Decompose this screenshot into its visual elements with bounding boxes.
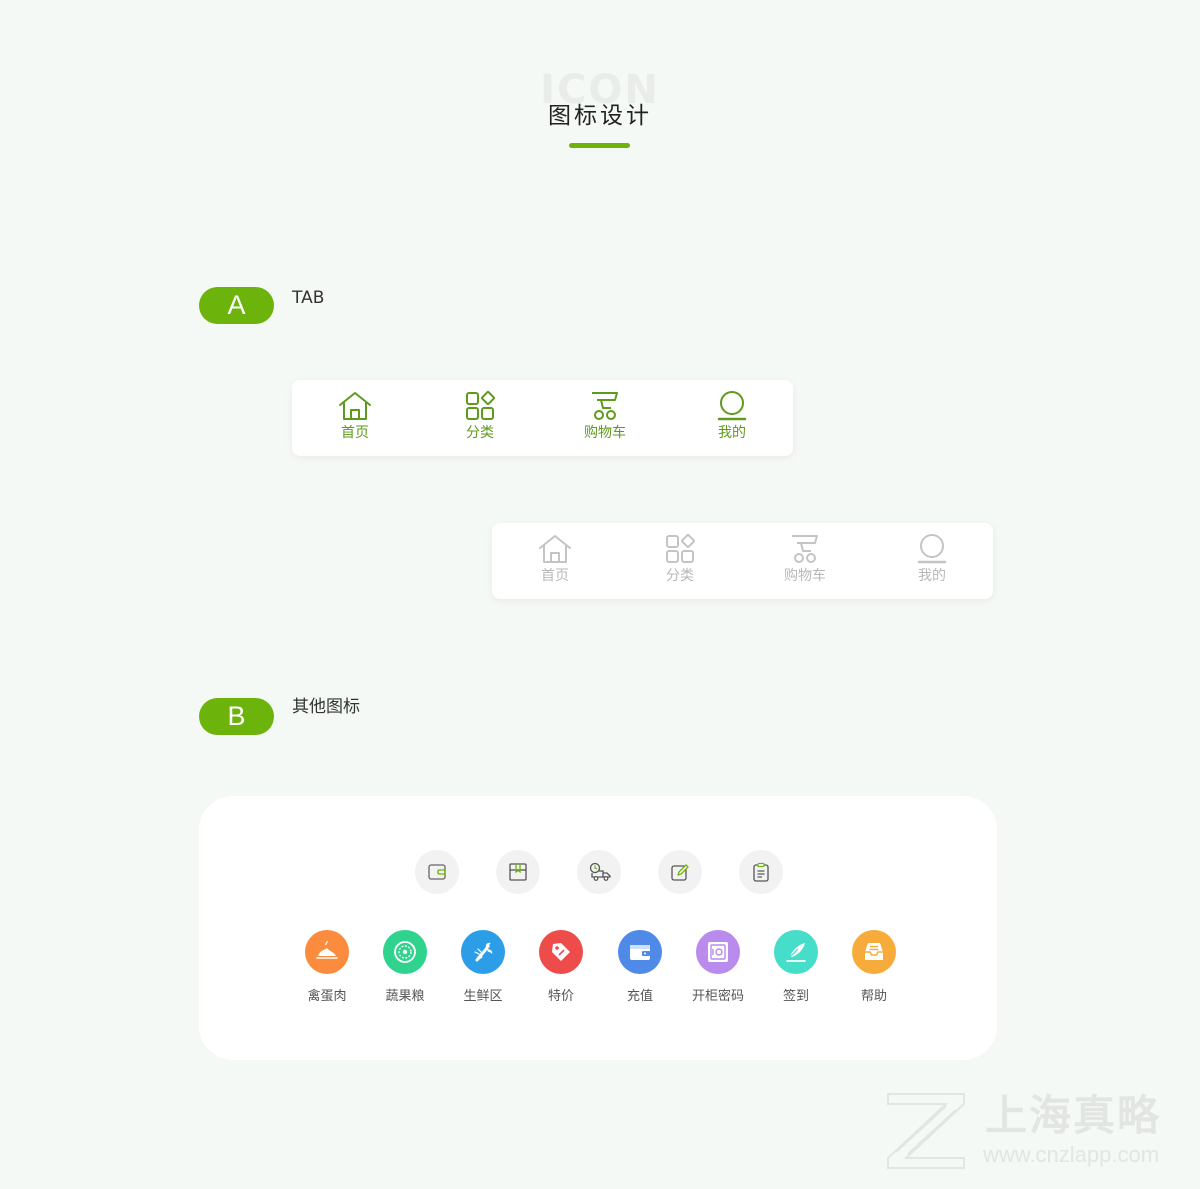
small-icon-package[interactable] [496,850,540,894]
category-special-price-label: 特价 [547,989,574,1004]
small-icon-delivery[interactable] [577,850,621,894]
category-recharge-circle [618,930,662,974]
category-vegetable[interactable]: 蔬果粮 [365,930,445,1006]
category-check-in-circle [774,930,818,974]
small-icon-edit[interactable] [658,850,702,894]
title-underline [569,143,630,148]
category-check-in-label: 签到 [782,989,809,1004]
category-vegetable-label: 蔬果粮 [385,989,425,1004]
category-recharge-label: 充值 [626,989,653,1004]
home-icon [539,535,571,563]
category-check-in[interactable]: 签到 [756,930,836,1006]
watermark-name: 上海真略 [985,1091,1162,1140]
inbox-icon [865,943,883,960]
delivery-truck-icon [589,862,611,881]
home-icon [339,392,371,420]
category-meat-circle [305,930,349,974]
category-icon [666,534,695,563]
icon-card: 禽蛋肉 蔬果粮 生鲜区 特价 充值 开柜密码 签到 帮助 [199,796,997,1060]
category-locker-code-circle [696,930,740,974]
tab-home-inactive[interactable]: 首页 [515,533,595,585]
category-special-price-circle [539,930,583,974]
section-b-label: 其他图标 [292,697,360,717]
category-fresh-circle [461,930,505,974]
tab-cart-label: 购物车 [584,425,626,441]
safe-icon [708,942,728,962]
category-recharge[interactable]: 充值 [600,930,680,1006]
wallet-icon [428,864,446,880]
quill-icon [786,943,806,962]
section-b-badge: B [199,698,274,735]
tab-category-label: 分类 [666,568,694,584]
tab-cart-inactive[interactable]: 购物车 [765,533,845,585]
category-help-label: 帮助 [860,989,887,1004]
tab-category-active[interactable]: 分类 [440,390,520,442]
tab-category-inactive[interactable]: 分类 [640,533,720,585]
tab-me-label: 我的 [918,568,946,584]
category-icon [466,391,495,420]
category-locker-code-label: 开柜密码 [691,989,744,1004]
tab-home-active[interactable]: 首页 [315,390,395,442]
small-icon-clipboard[interactable] [739,850,783,894]
tab-me-label: 我的 [718,425,746,441]
category-vegetable-circle [383,930,427,974]
edit-icon [671,864,689,881]
tabbar-inactive: 首页 分类 购物车 我的 [492,523,993,599]
package-icon [509,863,527,881]
category-help-circle [852,930,896,974]
page-title: 图标设计 [548,103,652,129]
tab-category-label: 分类 [466,425,494,441]
category-fresh[interactable]: 生鲜区 [443,930,523,1006]
clipboard-icon [753,862,769,882]
cart-icon [792,535,818,563]
user-icon [717,391,747,421]
price-tag-icon [552,943,570,961]
cart-icon [592,392,618,420]
meat-icon [316,940,338,959]
wallet-icon [630,945,650,960]
tab-me-active[interactable]: 我的 [692,390,772,442]
tab-cart-active[interactable]: 购物车 [565,390,645,442]
tab-home-label: 首页 [541,568,569,584]
category-meat-label: 禽蛋肉 [307,989,347,1004]
category-locker-code[interactable]: 开柜密码 [678,930,758,1006]
category-fresh-label: 生鲜区 [463,989,503,1004]
lobster-icon [474,942,493,962]
section-a-badge: A [199,287,274,324]
user-icon [917,534,947,564]
category-meat[interactable]: 禽蛋肉 [287,930,367,1006]
category-help[interactable]: 帮助 [834,930,914,1006]
tab-me-inactive[interactable]: 我的 [892,533,972,585]
category-special-price[interactable]: 特价 [521,930,601,1006]
section-a-label: TAB [292,288,325,308]
watermark-logo [887,1093,965,1169]
tab-cart-label: 购物车 [784,568,826,584]
small-icon-wallet[interactable] [415,850,459,894]
tab-home-label: 首页 [341,425,369,441]
tabbar-active: 首页 分类 购物车 我的 [292,380,793,456]
watermark-url: www.cnzlapp.com [983,1142,1160,1167]
vegetable-icon [394,941,416,963]
